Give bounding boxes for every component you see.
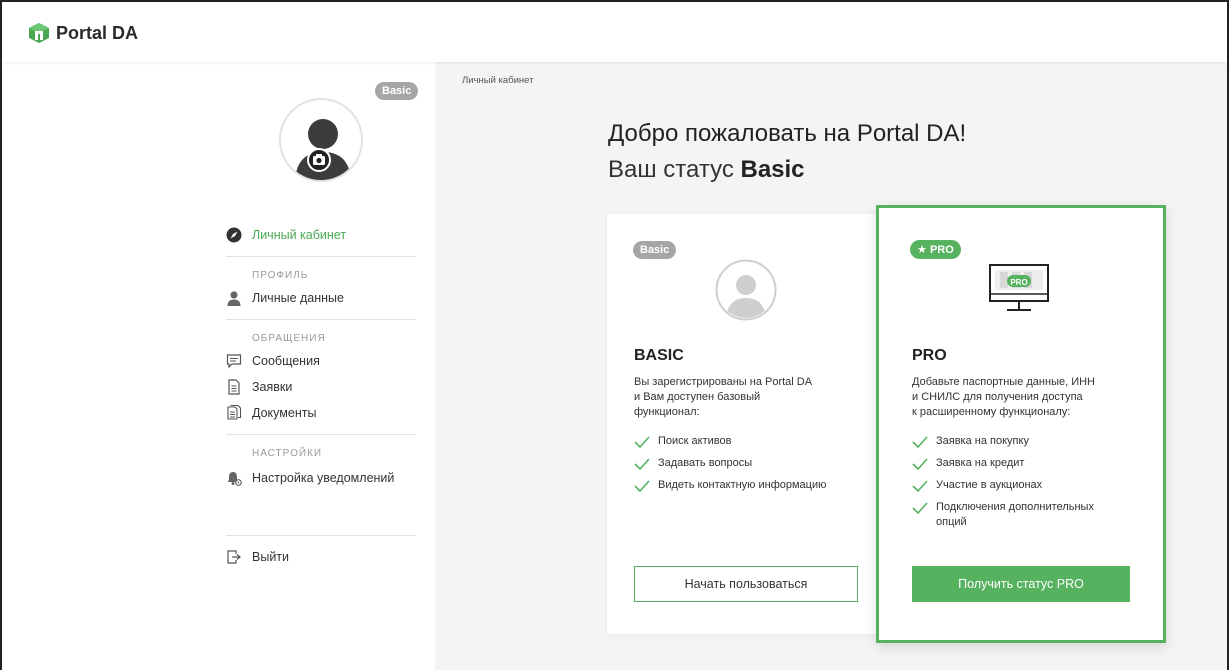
logo[interactable]: Portal DA (28, 22, 138, 44)
sidebar-item-label: Личный кабинет (252, 228, 347, 242)
portal-da-logo-icon (29, 23, 49, 43)
sidebar-item-label: Выйти (252, 550, 290, 564)
basic-features: Поиск активов Задавать вопросы Видеть ко… (634, 434, 864, 500)
start-using-button[interactable]: Начать пользоваться (634, 566, 858, 602)
divider (226, 319, 416, 320)
app-name: Portal DA (56, 22, 139, 43)
list-item: Заявка на покупку (912, 434, 1142, 449)
monitor-label: PRO (1010, 278, 1028, 287)
basic-tag: Basic (633, 241, 677, 259)
status-line: Ваш статус Basic (608, 156, 805, 184)
sidebar-nav: Личный кабинет ПРОФИЛЬ Личные данные ОБР… (226, 222, 416, 570)
camera-icon[interactable] (307, 148, 331, 172)
logout-icon (227, 550, 241, 564)
sidebar-item-applications[interactable]: Заявки (226, 374, 416, 400)
list-item: Поиск активов (634, 434, 864, 449)
status-value: Basic (740, 156, 805, 183)
check-icon (634, 480, 650, 492)
feature-text: Видеть контактную информацию (658, 479, 827, 491)
sidebar-item-messages[interactable]: Сообщения (226, 348, 416, 374)
list-item: Участие в аукционах (912, 478, 1142, 493)
feature-text: Участие в аукционах (936, 479, 1043, 491)
list-item: Видеть контактную информацию (634, 478, 864, 493)
pro-title: PRO (912, 347, 947, 364)
basic-title: BASIC (634, 347, 684, 364)
sidebar-item-logout[interactable]: Выйти (226, 544, 416, 570)
divider (226, 434, 416, 435)
bell-gear-icon (227, 472, 242, 486)
documents-icon (227, 405, 242, 420)
user-icon (227, 291, 241, 306)
basic-plan-card: Basic BASIC Вы зарегистрированы на Porta… (607, 214, 897, 634)
pro-tag-label: PRO (929, 244, 954, 256)
message-icon (226, 354, 242, 369)
check-icon (634, 458, 650, 470)
sidebar-item-label: Личные данные (252, 291, 344, 305)
main-content: Личный кабинет Добро пожаловать на Porta… (435, 62, 1227, 670)
sidebar-item-cabinet[interactable]: Личный кабинет (226, 222, 416, 248)
check-icon (912, 458, 928, 470)
breadcrumb[interactable]: Личный кабинет (462, 75, 533, 86)
document-icon (228, 379, 240, 395)
divider (226, 535, 416, 536)
sidebar-item-personal[interactable]: Личные данные (226, 285, 416, 311)
list-item: Заявка на кредит (912, 456, 1142, 471)
sidebar-item-label: Заявки (252, 380, 293, 394)
sidebar: Basic Личный кабинет ПРОФИЛЬ Личные данн… (2, 62, 435, 670)
sidebar-item-label: Документы (252, 406, 317, 420)
pro-description: Добавьте паспортные данные, ИНН и СНИЛС … (912, 376, 1095, 418)
get-pro-button[interactable]: Получить статус PRO (912, 566, 1130, 602)
check-icon (634, 436, 650, 448)
status-badge: Basic (375, 82, 419, 100)
list-item: Подключения дополнительных опций (912, 500, 1112, 530)
feature-text: Подключения дополнительных опций (936, 501, 1094, 528)
check-icon (912, 436, 928, 448)
top-bar: Portal DA (2, 2, 1227, 62)
section-heading-profile: ПРОФИЛЬ (252, 269, 309, 281)
status-prefix: Ваш статус (608, 156, 734, 183)
pro-tag: ★ PRO (910, 240, 961, 259)
basic-description: Вы зарегистрированы на Portal DA и Вам д… (634, 376, 813, 418)
feature-text: Поиск активов (658, 435, 732, 447)
sidebar-item-notifications[interactable]: Настройка уведомлений (226, 463, 416, 493)
section-heading-requests: ОБРАЩЕНИЯ (252, 332, 326, 344)
section-heading-settings: НАСТРОЙКИ (252, 447, 323, 459)
check-icon (912, 502, 928, 514)
monitor-icon (989, 264, 1049, 311)
feature-text: Задавать вопросы (658, 457, 753, 469)
app-window: Portal DA Basic Личный кабинет ПРОФИЛЬ Л… (0, 0, 1229, 670)
user-circle-icon (715, 259, 777, 321)
check-icon (912, 480, 928, 492)
sidebar-item-label: Сообщения (252, 354, 320, 368)
pro-plan-card: ★ PRO PRO PRO Добавьте паспортные данные… (876, 205, 1166, 643)
compass-icon (226, 227, 242, 243)
star-icon: ★ (917, 244, 927, 256)
feature-text: Заявка на покупку (936, 435, 1029, 447)
pro-features: Заявка на покупку Заявка на кредит Участ… (912, 434, 1142, 537)
sidebar-item-label: Настройка уведомлений (252, 471, 395, 485)
feature-text: Заявка на кредит (936, 457, 1025, 469)
divider (226, 256, 416, 257)
page-title: Добро пожаловать на Portal DA! (608, 120, 967, 147)
list-item: Задавать вопросы (634, 456, 864, 471)
sidebar-item-documents[interactable]: Документы (226, 400, 416, 426)
